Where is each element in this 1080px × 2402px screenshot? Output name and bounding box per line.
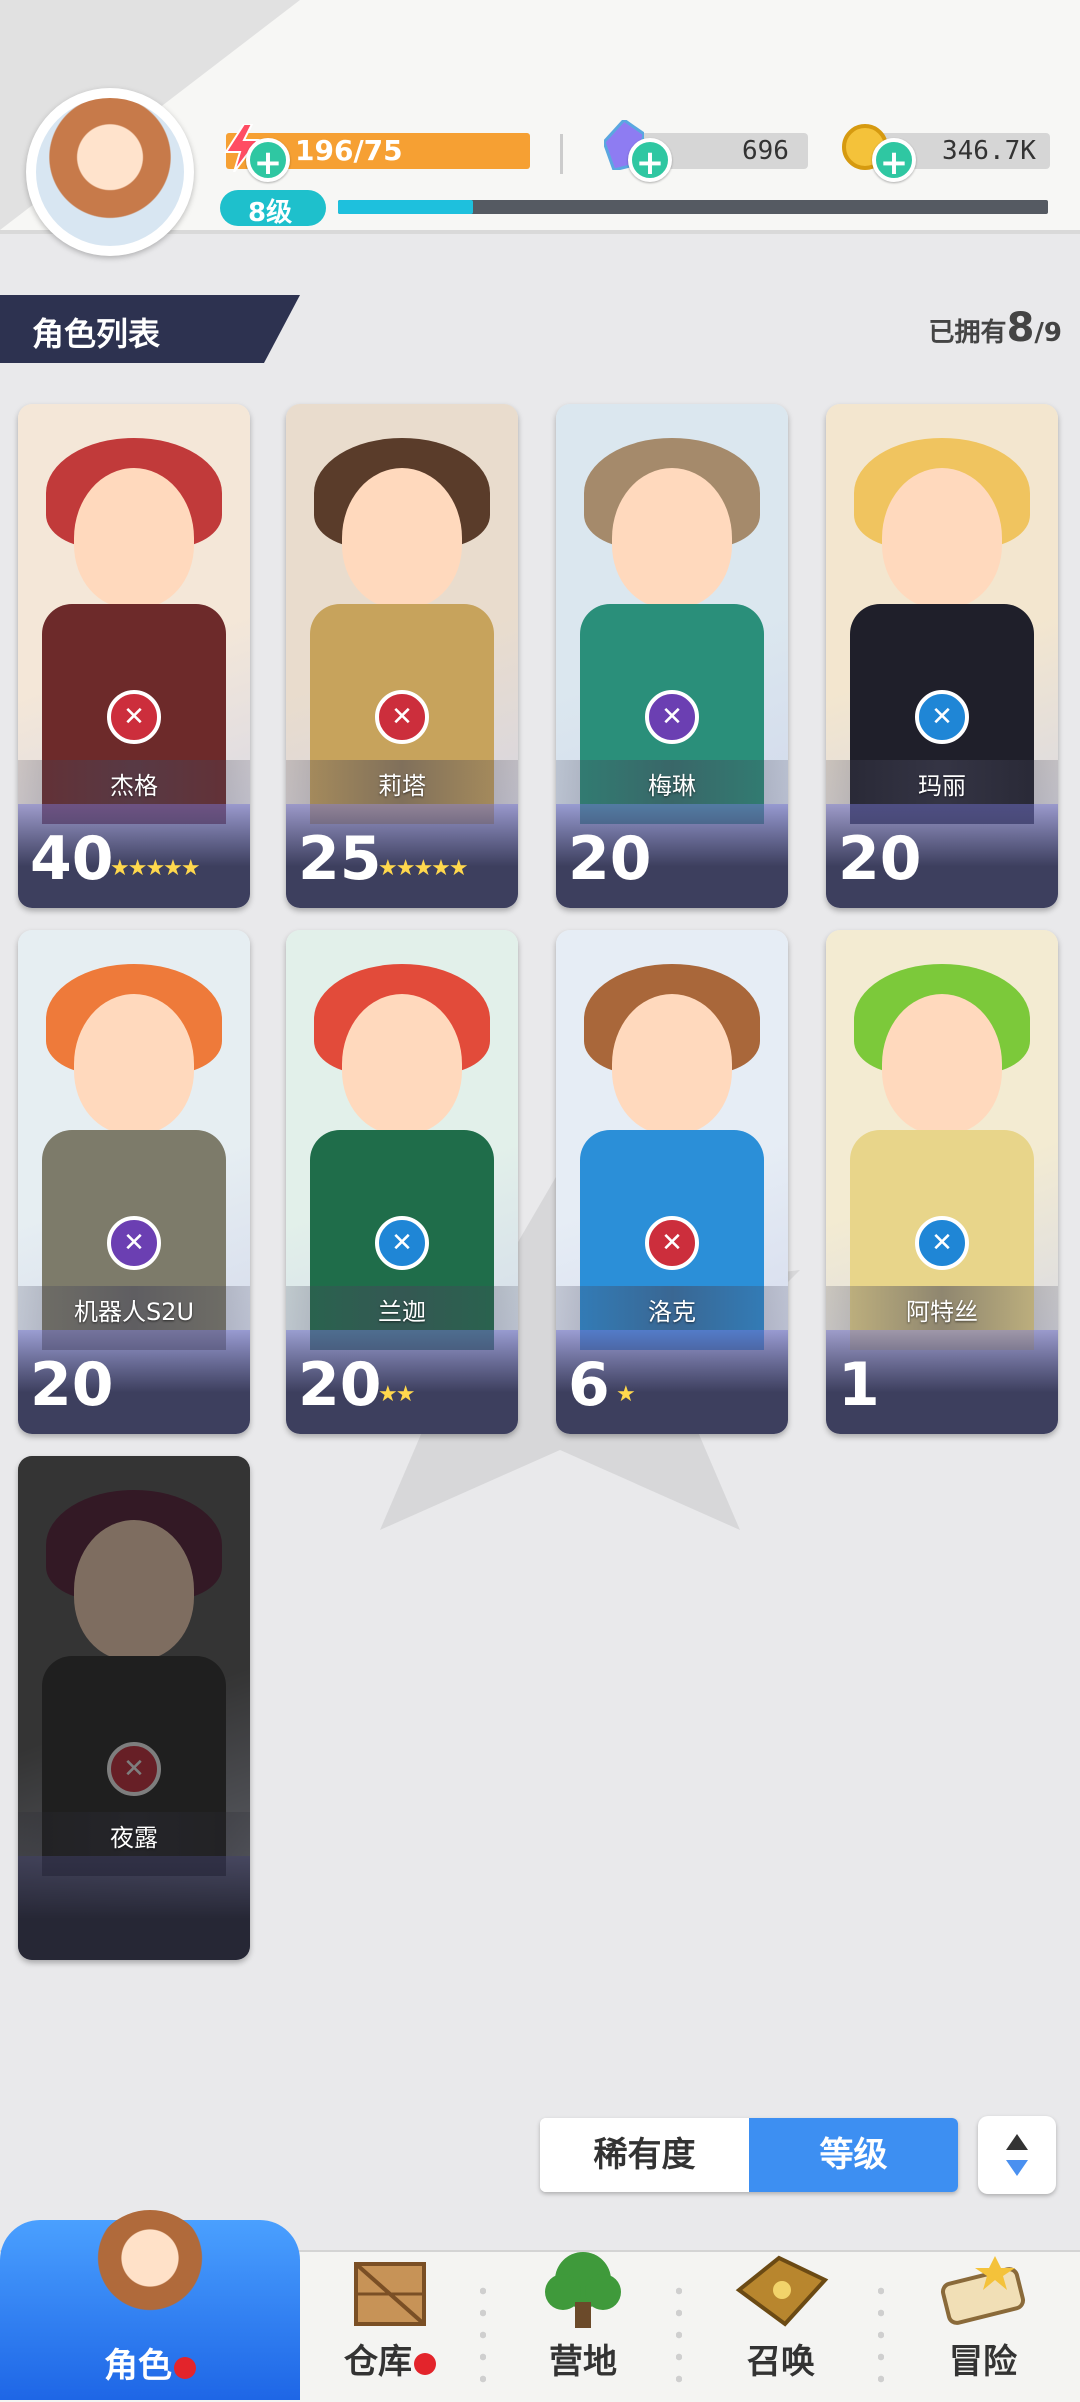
character-name: 兰迦 <box>378 1298 426 1326</box>
owned-counter: 已拥有8/9 <box>928 305 1062 351</box>
character-name: 玛丽 <box>918 772 966 800</box>
character-level: 20 <box>838 824 922 894</box>
exp-bar-track <box>338 200 1048 214</box>
character-card[interactable]: ✕ 兰迦 20 ★★ <box>286 930 518 1434</box>
player-avatar[interactable] <box>26 88 194 256</box>
star-rating: ★★★★★ <box>378 856 469 881</box>
sort-by-level-button[interactable]: 等级 <box>749 2118 958 2192</box>
character-card[interactable]: ✕夜露 <box>18 1456 250 1960</box>
nav-warehouse[interactable]: 仓库 <box>300 2250 480 2400</box>
character-name: 梅琳 <box>648 772 696 800</box>
character-name: 夜露 <box>110 1824 158 1852</box>
support-icon: ✕ <box>915 690 969 744</box>
magic-icon: ✕ <box>107 1216 161 1270</box>
divider <box>560 134 563 174</box>
magic-icon: ✕ <box>645 690 699 744</box>
sort-by-rarity-button[interactable]: 稀有度 <box>540 2118 749 2192</box>
character-level: 25 <box>298 824 382 894</box>
character-card[interactable]: ✕ 莉塔 25 ★★★★★ <box>286 404 518 908</box>
player-level-text: 8级 <box>248 198 293 228</box>
nav-role[interactable]: 角色 <box>0 2210 300 2400</box>
character-name: 洛克 <box>648 1298 696 1326</box>
swords-icon: ✕ <box>375 690 429 744</box>
gem-count: 696 <box>742 136 789 166</box>
character-name: 杰格 <box>110 772 158 800</box>
swords-icon: ✕ <box>645 1216 699 1270</box>
notification-dot <box>414 2352 436 2375</box>
add-gems-button[interactable]: + <box>628 138 672 183</box>
sort-toggle: 稀有度 等级 <box>540 2118 958 2192</box>
character-level: 40 <box>30 824 114 894</box>
nav-camp[interactable]: 营地 <box>490 2250 676 2400</box>
exp-bar-fill <box>338 200 473 214</box>
character-card[interactable]: ✕ 梅琳 20 <box>556 404 788 908</box>
character-name: 阿特丝 <box>906 1298 978 1326</box>
character-card[interactable]: ✕ 杰格 40 ★★★★★ <box>18 404 250 908</box>
swords-icon: ✕ <box>107 690 161 744</box>
owned-count: 8 <box>1006 305 1035 351</box>
nav-adventure[interactable]: 冒险 <box>886 2250 1080 2400</box>
character-level: 20 <box>30 1350 114 1420</box>
character-card[interactable]: ✕ 洛克 6 ★ <box>556 930 788 1434</box>
character-card[interactable]: ✕ 机器人S2U 20 <box>18 930 250 1434</box>
book-icon <box>729 2250 833 2330</box>
star-rating: ★ <box>616 1382 636 1407</box>
support-icon: ✕ <box>375 1216 429 1270</box>
add-stamina-button[interactable]: + <box>246 138 290 183</box>
sort-arrows-icon <box>1006 2134 1028 2176</box>
character-name: 莉塔 <box>378 772 426 800</box>
star-rating: ★★ <box>378 1382 415 1407</box>
crate-icon <box>338 2250 442 2330</box>
sort-order-button[interactable] <box>978 2116 1056 2194</box>
character-name: 机器人S2U <box>73 1298 195 1326</box>
section-title: 角色列表 <box>32 315 161 353</box>
notification-dot <box>174 2356 196 2379</box>
coin-count: 346.7K <box>942 136 1036 166</box>
character-level: 6 <box>568 1350 610 1420</box>
nav-summon[interactable]: 召唤 <box>684 2250 878 2400</box>
character-card[interactable]: ✕ 玛丽 20 <box>826 404 1058 908</box>
section-header: 角色列表 <box>0 295 300 363</box>
character-level: 1 <box>838 1350 880 1420</box>
player-level-badge: 8级 <box>220 190 326 228</box>
star-rating: ★★★★★ <box>110 856 201 881</box>
character-card[interactable]: ✕ 阿特丝 1 <box>826 930 1058 1434</box>
support-icon: ✕ <box>915 1216 969 1270</box>
role-nav-icon <box>90 2210 210 2330</box>
character-level: 20 <box>298 1350 382 1420</box>
stamina-value: 196/75 <box>295 134 403 167</box>
character-level: 20 <box>568 824 652 894</box>
locked-overlay <box>18 1456 250 1960</box>
add-coins-button[interactable]: + <box>872 138 916 183</box>
scroll-map-icon <box>931 2250 1035 2330</box>
tree-icon <box>531 2250 635 2330</box>
